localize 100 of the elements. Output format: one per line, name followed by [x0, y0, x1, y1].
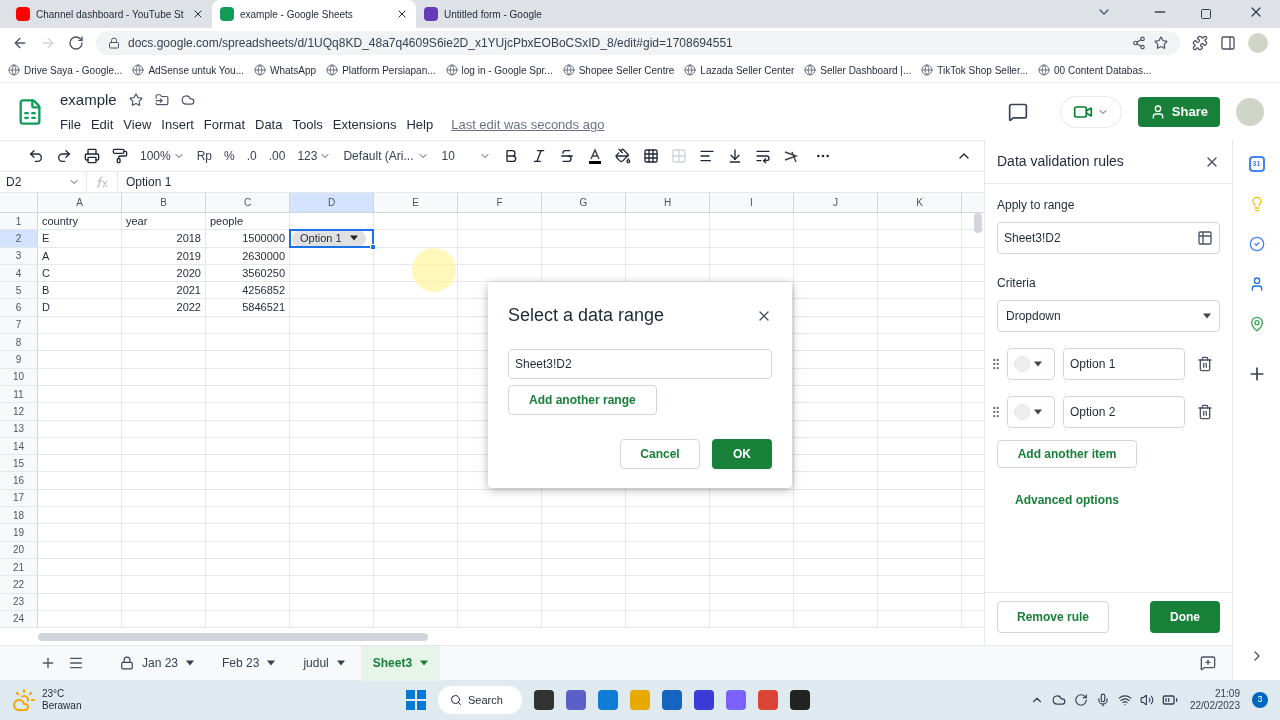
star-icon[interactable]: [128, 92, 143, 107]
text-wrap-icon[interactable]: [755, 148, 772, 164]
merge-cells-icon[interactable]: [671, 148, 688, 164]
bookmark[interactable]: Platform Persiapan...: [326, 62, 436, 78]
cloud-icon[interactable]: [180, 92, 195, 107]
redo-icon[interactable]: [56, 148, 72, 164]
remove-rule-button[interactable]: Remove rule: [997, 601, 1109, 633]
menu-item[interactable]: Tools: [292, 115, 323, 135]
column-header[interactable]: B: [122, 193, 206, 212]
name-box[interactable]: D2: [0, 173, 86, 191]
increase-decimal-button[interactable]: .00: [264, 144, 290, 168]
option-field[interactable]: Option 2: [1063, 396, 1185, 428]
row-header[interactable]: 2: [0, 230, 38, 247]
strikethrough-icon[interactable]: [559, 148, 576, 164]
comment-icon[interactable]: [1007, 101, 1028, 122]
reload-icon[interactable]: [68, 35, 84, 51]
bookmark[interactable]: Shopee Seller Centre: [562, 62, 675, 78]
percent-button[interactable]: %: [220, 144, 239, 168]
side-panel-icon[interactable]: [1220, 35, 1236, 51]
zoom-select[interactable]: 100%: [136, 144, 189, 168]
add-sheet-icon[interactable]: [40, 655, 56, 671]
volume-icon[interactable]: [1139, 693, 1154, 707]
app-icon[interactable]: [789, 690, 810, 710]
delete-icon[interactable]: [1197, 404, 1213, 420]
taskbar-search[interactable]: Search: [437, 686, 522, 714]
fill-color-icon[interactable]: [615, 148, 632, 164]
column-header[interactable]: I: [710, 193, 794, 212]
menu-item[interactable]: Extensions: [332, 115, 397, 135]
color-picker[interactable]: [1007, 348, 1055, 380]
text-color-icon[interactable]: [587, 148, 604, 164]
row-header[interactable]: 22: [0, 576, 38, 593]
menu-item[interactable]: View: [123, 115, 152, 135]
extensions-icon[interactable]: [1192, 35, 1208, 51]
decrease-decimal-button[interactable]: .0: [242, 144, 261, 168]
windows-start-icon[interactable]: [405, 690, 426, 710]
close-icon[interactable]: [396, 8, 408, 20]
notification-badge[interactable]: 3: [1252, 692, 1268, 708]
text-rotation-icon[interactable]: [783, 148, 800, 164]
maximize-icon[interactable]: [1200, 8, 1212, 20]
battery-icon[interactable]: [1161, 692, 1178, 708]
column-header[interactable]: H: [626, 193, 710, 212]
print-icon[interactable]: [84, 148, 100, 164]
close-icon[interactable]: [192, 8, 204, 20]
sheet-tab[interactable]: judul: [291, 645, 357, 681]
column-header[interactable]: G: [542, 193, 626, 212]
add-item-button[interactable]: Add another item: [997, 440, 1137, 468]
browser-tab[interactable]: Untitled form - Google: [416, 0, 620, 28]
all-sheets-icon[interactable]: [68, 655, 84, 671]
back-icon[interactable]: [12, 35, 28, 51]
menu-item[interactable]: Format: [203, 115, 245, 135]
row-header[interactable]: 16: [0, 472, 38, 489]
vertical-scrollbar[interactable]: [974, 213, 982, 233]
column-header[interactable]: J: [794, 193, 878, 212]
sheet-tab[interactable]: Jan 23: [108, 645, 207, 681]
align-icon[interactable]: [699, 148, 716, 164]
add-range-button[interactable]: Add another range: [508, 385, 657, 415]
font-select[interactable]: Default (Ari...: [339, 144, 434, 168]
menu-item[interactable]: File: [60, 115, 81, 135]
sheet-tab[interactable]: Sheet3: [360, 645, 441, 681]
row-header[interactable]: 1: [0, 213, 38, 230]
cancel-button[interactable]: Cancel: [620, 439, 700, 469]
column-header[interactable]: E: [374, 193, 458, 212]
fill-handle[interactable]: [370, 243, 376, 250]
bookmark[interactable]: Seller Dashboard |...: [804, 62, 912, 78]
share-icon[interactable]: [1132, 36, 1146, 50]
cloud-icon[interactable]: [1051, 693, 1066, 707]
font-size-select[interactable]: 10: [437, 144, 496, 168]
menu-item[interactable]: Help: [406, 115, 434, 135]
bookmark[interactable]: TikTok Shop Seller...: [921, 62, 1029, 78]
menu-item[interactable]: Insert: [161, 115, 194, 135]
share-button[interactable]: Share: [1137, 96, 1220, 127]
bookmark[interactable]: log in - Google Spr...: [445, 62, 553, 78]
row-header[interactable]: 18: [0, 507, 38, 524]
move-icon[interactable]: [154, 92, 169, 107]
bookmark[interactable]: Drive Saya - Google...: [8, 62, 123, 78]
column-header[interactable]: K: [878, 193, 962, 212]
sync-icon[interactable]: [1073, 693, 1088, 707]
bookmark[interactable]: AdSense untuk You...: [132, 62, 244, 78]
row-header[interactable]: 6: [0, 299, 38, 316]
star-icon[interactable]: [1154, 36, 1168, 50]
currency-button[interactable]: Rp: [192, 144, 217, 168]
formula-input[interactable]: Option 1: [118, 173, 180, 191]
done-button[interactable]: Done: [1150, 601, 1220, 633]
row-header[interactable]: 9: [0, 351, 38, 368]
microphone-icon[interactable]: [1095, 693, 1110, 707]
sheet-tab[interactable]: Feb 23: [210, 645, 288, 681]
address-bar[interactable]: docs.google.com/spreadsheets/d/1UQq8KD_48a7q4609S6ie2D_x1YUjcPbxEOBoCSxID_8/edit#gid=1708694551: [96, 31, 1180, 55]
tasks-icon[interactable]: [1248, 236, 1265, 252]
menu-item[interactable]: Edit: [90, 115, 114, 135]
range-field[interactable]: Sheet3!D2: [508, 349, 772, 379]
borders-icon[interactable]: [643, 148, 660, 164]
browser-tab[interactable]: Channel dashboard - YouTube St: [8, 0, 212, 28]
row-header[interactable]: 15: [0, 455, 38, 472]
last-edit-link[interactable]: Last edit was seconds ago: [451, 115, 605, 135]
undo-icon[interactable]: [28, 148, 44, 164]
row-header[interactable]: 12: [0, 403, 38, 420]
paint-format-icon[interactable]: [112, 148, 128, 164]
menu-item[interactable]: Data: [255, 115, 283, 135]
delete-icon[interactable]: [1197, 356, 1213, 372]
row-header[interactable]: 8: [0, 334, 38, 351]
